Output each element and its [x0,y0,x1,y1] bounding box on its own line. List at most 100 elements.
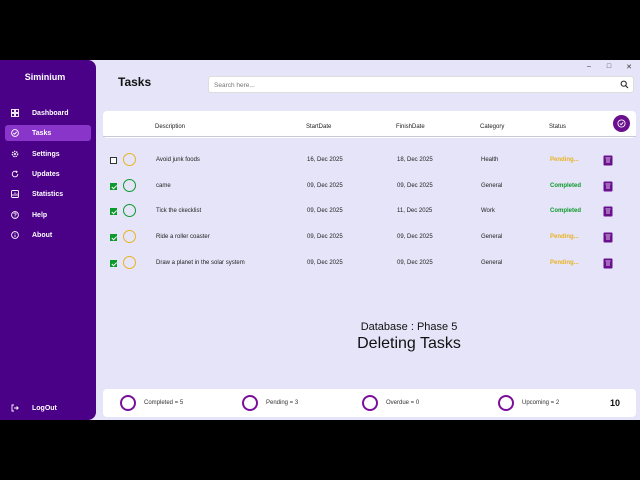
overdue-ring-icon [362,395,378,411]
add-task-button[interactable] [613,115,630,132]
trash-icon[interactable] [603,206,613,217]
task-finish-date: 09, Dec 2025 [397,234,433,240]
sidebar-item-label: Statistics [32,190,64,198]
sidebar-item-label: Help [32,211,48,219]
task-description: Tick the ckecklist [156,208,202,214]
table-header: Description StartDate FinishDate Categor… [103,111,636,138]
sidebar-item-label: About [32,231,53,239]
column-header-startdate[interactable]: StartDate [306,124,331,130]
close-button[interactable]: ✕ [623,63,635,71]
header-divider [103,136,636,137]
help-icon [11,211,19,219]
add-task-icon [617,119,626,128]
task-category: General [481,234,503,240]
task-checkbox[interactable] [110,157,117,164]
statistics-icon [11,190,19,198]
info-icon [11,231,19,239]
task-category: General [481,183,503,189]
task-status: Pending... [550,234,579,240]
page-title: Tasks [118,75,152,89]
app-window: Siminium Dashboard Tasks Settings Update… [0,60,640,420]
app-brand: Siminium [24,72,66,82]
sidebar-item-help[interactable]: Help [5,207,91,223]
column-header-description[interactable]: Description [155,124,185,130]
logout-label: LogOut [32,404,57,412]
task-category: Health [481,157,499,163]
table-row[interactable]: came 09, Dec 2025 09, Dec 2025 General C… [103,176,636,198]
task-checkbox[interactable] [110,208,117,215]
pending-count: Pending = 3 [266,400,299,406]
task-description: came [156,183,171,189]
sidebar-item-updates[interactable]: Updates [5,166,91,182]
sidebar-item-label: Dashboard [32,109,69,117]
task-checkbox[interactable] [110,260,117,267]
task-start-date: 09, Dec 2025 [307,208,343,214]
task-finish-date: 18, Dec 2025 [397,157,433,163]
column-header-status[interactable]: Status [549,124,566,130]
updates-icon [11,170,19,178]
trash-icon[interactable] [603,181,613,192]
pending-ring-icon [123,256,136,269]
task-status: Completed [550,208,582,214]
task-checkbox[interactable] [110,183,117,190]
total-count: 10 [610,398,621,408]
trash-icon[interactable] [603,258,613,269]
search-input[interactable] [214,80,614,90]
sidebar-item-label: Settings [32,150,60,158]
sidebar-item-label: Tasks [32,129,52,137]
upcoming-count: Upcoming = 2 [522,400,560,406]
pending-ring-icon [242,395,258,411]
sidebar-item-label: Updates [32,170,60,178]
search-bar [208,76,634,93]
minimize-button[interactable]: – [583,63,595,70]
table-row[interactable]: Avoid junk foods 16, Dec 2025 18, Dec 20… [103,150,636,172]
task-description: Avoid junk foods [156,157,200,163]
task-finish-date: 11, Dec 2025 [397,208,433,214]
dashboard-icon [11,109,19,117]
logout-button[interactable]: LogOut [5,400,91,416]
task-checkbox[interactable] [110,234,117,241]
table-row[interactable]: Ride a roller coaster 09, Dec 2025 09, D… [103,227,636,249]
completed-ring-icon [120,395,136,411]
pending-ring-icon [123,230,136,243]
task-status: Pending... [550,260,579,266]
column-header-category[interactable]: Category [480,124,504,130]
gear-icon [11,150,19,158]
task-start-date: 16, Dec 2025 [307,157,343,163]
completed-ring-icon [123,179,136,192]
task-start-date: 09, Dec 2025 [307,260,343,266]
table-row[interactable]: Tick the ckecklist 09, Dec 2025 11, Dec … [103,201,636,223]
task-finish-date: 09, Dec 2025 [397,183,433,189]
completed-count: Completed = 5 [144,400,184,406]
search-icon[interactable] [620,80,629,89]
sidebar-item-tasks[interactable]: Tasks [5,125,91,141]
pending-ring-icon [123,153,136,166]
trash-icon[interactable] [603,232,613,243]
sidebar-item-settings[interactable]: Settings [5,146,91,162]
sidebar-item-dashboard[interactable]: Dashboard [5,105,91,121]
task-status: Completed [550,183,582,189]
sidebar-item-statistics[interactable]: Statistics [5,186,91,202]
logout-icon [11,404,19,412]
task-description: Draw a planet in the solar system [156,260,245,266]
summary-bar: Completed = 5 Pending = 3 Overdue = 0 Up… [103,389,636,417]
sidebar-item-about[interactable]: About [5,227,91,243]
tasks-icon [11,129,19,137]
task-status: Pending... [550,157,579,163]
task-start-date: 09, Dec 2025 [307,234,343,240]
caption-title: Deleting Tasks [357,335,461,352]
task-finish-date: 09, Dec 2025 [397,260,433,266]
task-description: Ride a roller coaster [156,234,210,240]
maximize-button[interactable]: □ [603,63,615,70]
completed-ring-icon [123,204,136,217]
table-row[interactable]: Draw a planet in the solar system 09, De… [103,253,636,275]
overdue-count: Overdue = 0 [386,400,420,406]
caption-subtitle: Database : Phase 5 [360,321,458,333]
task-start-date: 09, Dec 2025 [307,183,343,189]
upcoming-ring-icon [498,395,514,411]
task-category: Work [481,208,495,214]
trash-icon[interactable] [603,155,613,166]
task-category: General [481,260,503,266]
sidebar: Siminium Dashboard Tasks Settings Update… [0,60,96,420]
column-header-finishdate[interactable]: FinishDate [396,124,425,130]
